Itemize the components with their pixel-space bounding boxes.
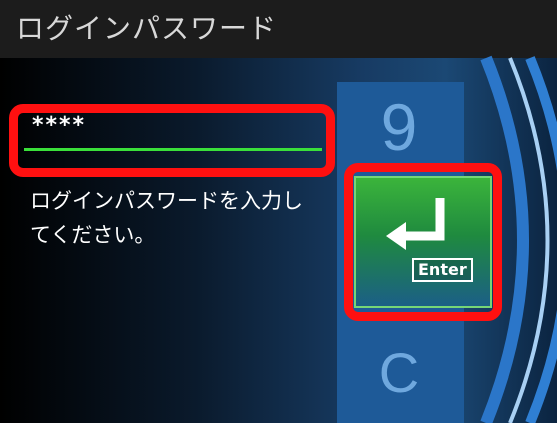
router-lcd-screen: ログインパスワード **** ログインパスワードを入力してください。 9 Ent… — [0, 0, 557, 423]
highlight-password-field — [9, 104, 335, 177]
page-title: ログインパスワード — [16, 12, 278, 45]
instruction-text: ログインパスワードを入力してください。 — [30, 189, 303, 247]
title-bar: ログインパスワード — [0, 0, 557, 59]
key-9[interactable]: 9 — [354, 82, 444, 172]
key-clear[interactable]: C — [354, 328, 444, 418]
highlight-enter-button — [344, 163, 502, 321]
